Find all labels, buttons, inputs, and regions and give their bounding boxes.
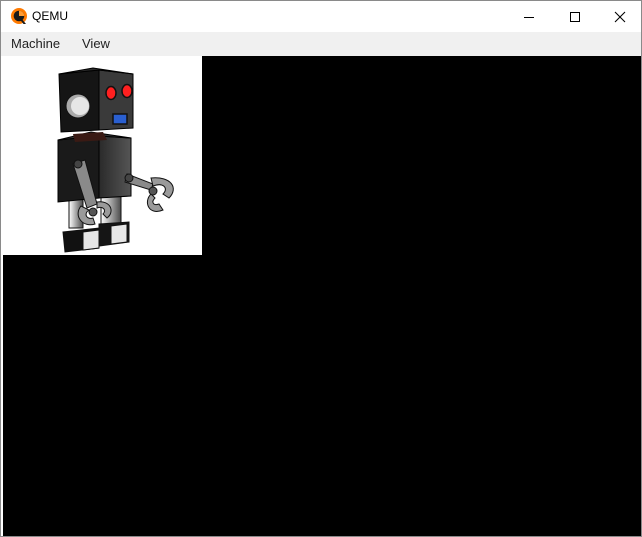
minimize-button[interactable] (506, 1, 552, 32)
qemu-logo-icon (10, 7, 28, 25)
title-bar[interactable]: QEMU (1, 1, 641, 32)
close-button[interactable] (597, 1, 642, 32)
qemu-window: QEMU Machine View (0, 0, 642, 537)
menu-bar: Machine View (1, 32, 641, 56)
minimize-icon (524, 16, 534, 18)
robot-illustration (3, 56, 202, 255)
maximize-icon (570, 11, 580, 22)
maximize-button[interactable] (552, 1, 598, 32)
menu-machine[interactable]: Machine (11, 36, 60, 52)
window-title: QEMU (32, 9, 68, 23)
vm-display[interactable] (3, 56, 641, 536)
close-icon (614, 11, 626, 22)
menu-view[interactable]: View (82, 36, 110, 52)
